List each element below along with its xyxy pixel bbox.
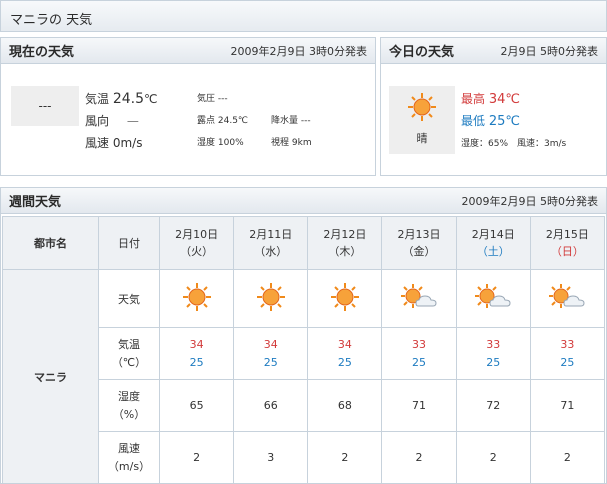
day-header: 2月12日 （木）	[307, 216, 383, 270]
dewpoint-value: 24.5℃	[217, 116, 249, 126]
day-header: 2月15日 （日）	[529, 216, 606, 270]
temp-row-label: 気温 （℃）	[98, 327, 160, 380]
temp-cell: 34 25	[307, 327, 383, 380]
low-temp-label: 最低	[461, 114, 486, 128]
page-title-bar: マニラの 天気	[0, 0, 607, 32]
weather-row: マニラ 天気	[2, 269, 606, 484]
temp-cell: 33 25	[381, 327, 457, 380]
dewpoint-label: 露点	[197, 116, 216, 126]
date-column-header: 日付	[98, 216, 160, 270]
sun-cloud-icon	[400, 284, 438, 315]
sun-icon	[330, 283, 360, 315]
weekly-weather-issued: 2009年2月9日 5時0分発表	[461, 194, 598, 208]
temp-cell: 34 25	[233, 327, 309, 380]
day-header: 2月11日 （水）	[233, 216, 309, 270]
humidity-cell: 68	[307, 379, 383, 432]
wind-cell: 2	[455, 431, 531, 484]
weekly-forecast-table: 都市名 日付 2月10日 （火） 2月11日 （水） 2月12日 （木） 2月13日（…	[2, 216, 606, 484]
temp-label: 気温	[85, 92, 110, 106]
day-header: 2月13日 （金）	[381, 216, 457, 270]
humidity-label: 湿度	[197, 138, 216, 148]
humidity-cell: 65	[158, 379, 235, 432]
today-weather-panel: 今日の天気 2月9日 5時0分発表 晴 最高 34℃ 最低 25℃ 湿度：65%…	[380, 37, 607, 176]
wind-cell: 2	[529, 431, 606, 484]
wind-row-label: 風速 （m/s）	[98, 431, 160, 484]
low-temp-value: 25℃	[488, 114, 520, 129]
weather-icon-cell	[158, 269, 235, 328]
wind-cell: 2	[307, 431, 383, 484]
wind-speed-value: 0m/s	[112, 136, 143, 150]
city-column-header: 都市名	[2, 216, 99, 270]
today-detail: 湿度：65% 風速：3m/s	[461, 139, 567, 149]
pressure-text: 気圧 ---	[197, 94, 228, 104]
sun-icon	[182, 283, 212, 315]
sun-icon	[408, 93, 436, 121]
wind-direction-label: 風向	[85, 114, 110, 128]
weather-row-label: 天気	[98, 269, 160, 328]
weather-icon-cell	[455, 269, 531, 328]
humidity-value: 100%	[217, 138, 244, 148]
today-weather-heading: 今日の天気	[389, 45, 455, 60]
today-condition: 晴	[416, 132, 428, 145]
temp-cell: 33 25	[529, 327, 606, 380]
temp-cell: 34 25	[158, 327, 235, 380]
weekly-weather-heading: 週間天気	[9, 195, 62, 210]
day-header: 2月14日 （土）	[455, 216, 531, 270]
current-weather-panel: 現在の天気 2009年2月9日 3時0分発表 --- 気温 24.5℃ 風向 —…	[0, 37, 376, 176]
humidity-row-label: 湿度 （%）	[98, 379, 160, 432]
wind-speed-label: 風速	[85, 136, 110, 150]
page-title: マニラの 天気	[10, 13, 93, 28]
wind-direction-value: —	[126, 114, 139, 128]
temp-cell: 33 25	[455, 327, 531, 380]
precipitation-text: 降水量 ---	[271, 116, 311, 126]
weather-icon-cell	[381, 269, 457, 328]
high-temp-value: 34℃	[488, 92, 520, 107]
wind-cell: 3	[233, 431, 309, 484]
today-weather-issued: 2月9日 5時0分発表	[500, 44, 599, 58]
current-weather-issued: 2009年2月9日 3時0分発表	[230, 44, 367, 58]
visibility-label: 視程	[271, 138, 290, 148]
sun-cloud-icon	[474, 284, 512, 315]
sun-icon	[256, 283, 286, 315]
current-weather-icon-placeholder: ---	[38, 99, 52, 113]
temp-value: 24.5	[112, 91, 145, 107]
weather-icon-cell	[529, 269, 606, 328]
humidity-cell: 72	[455, 379, 531, 432]
weather-icon-cell	[307, 269, 383, 328]
visibility-value: 9km	[291, 138, 312, 148]
humidity-cell: 71	[529, 379, 606, 432]
temp-unit: ℃	[144, 92, 158, 106]
weekly-weather-panel: 週間天気 2009年2月9日 5時0分発表 都市名 日付 2月10日 （火） 2月…	[0, 187, 607, 484]
table-header-row: 都市名 日付 2月10日 （火） 2月11日 （水） 2月12日 （木） 2月13日（…	[2, 216, 606, 270]
wind-cell: 2	[158, 431, 235, 484]
humidity-cell: 71	[381, 379, 457, 432]
day-header: 2月10日 （火）	[158, 216, 235, 270]
high-temp-label: 最高	[461, 92, 486, 106]
wind-cell: 2	[381, 431, 457, 484]
current-weather-heading: 現在の天気	[9, 45, 75, 60]
city-name: マニラ	[2, 269, 99, 484]
today-weather-icon-box: 晴	[389, 86, 455, 154]
humidity-cell: 66	[233, 379, 309, 432]
sun-cloud-icon	[548, 284, 586, 315]
weather-icon-cell	[233, 269, 309, 328]
current-weather-icon-box: ---	[11, 86, 79, 126]
